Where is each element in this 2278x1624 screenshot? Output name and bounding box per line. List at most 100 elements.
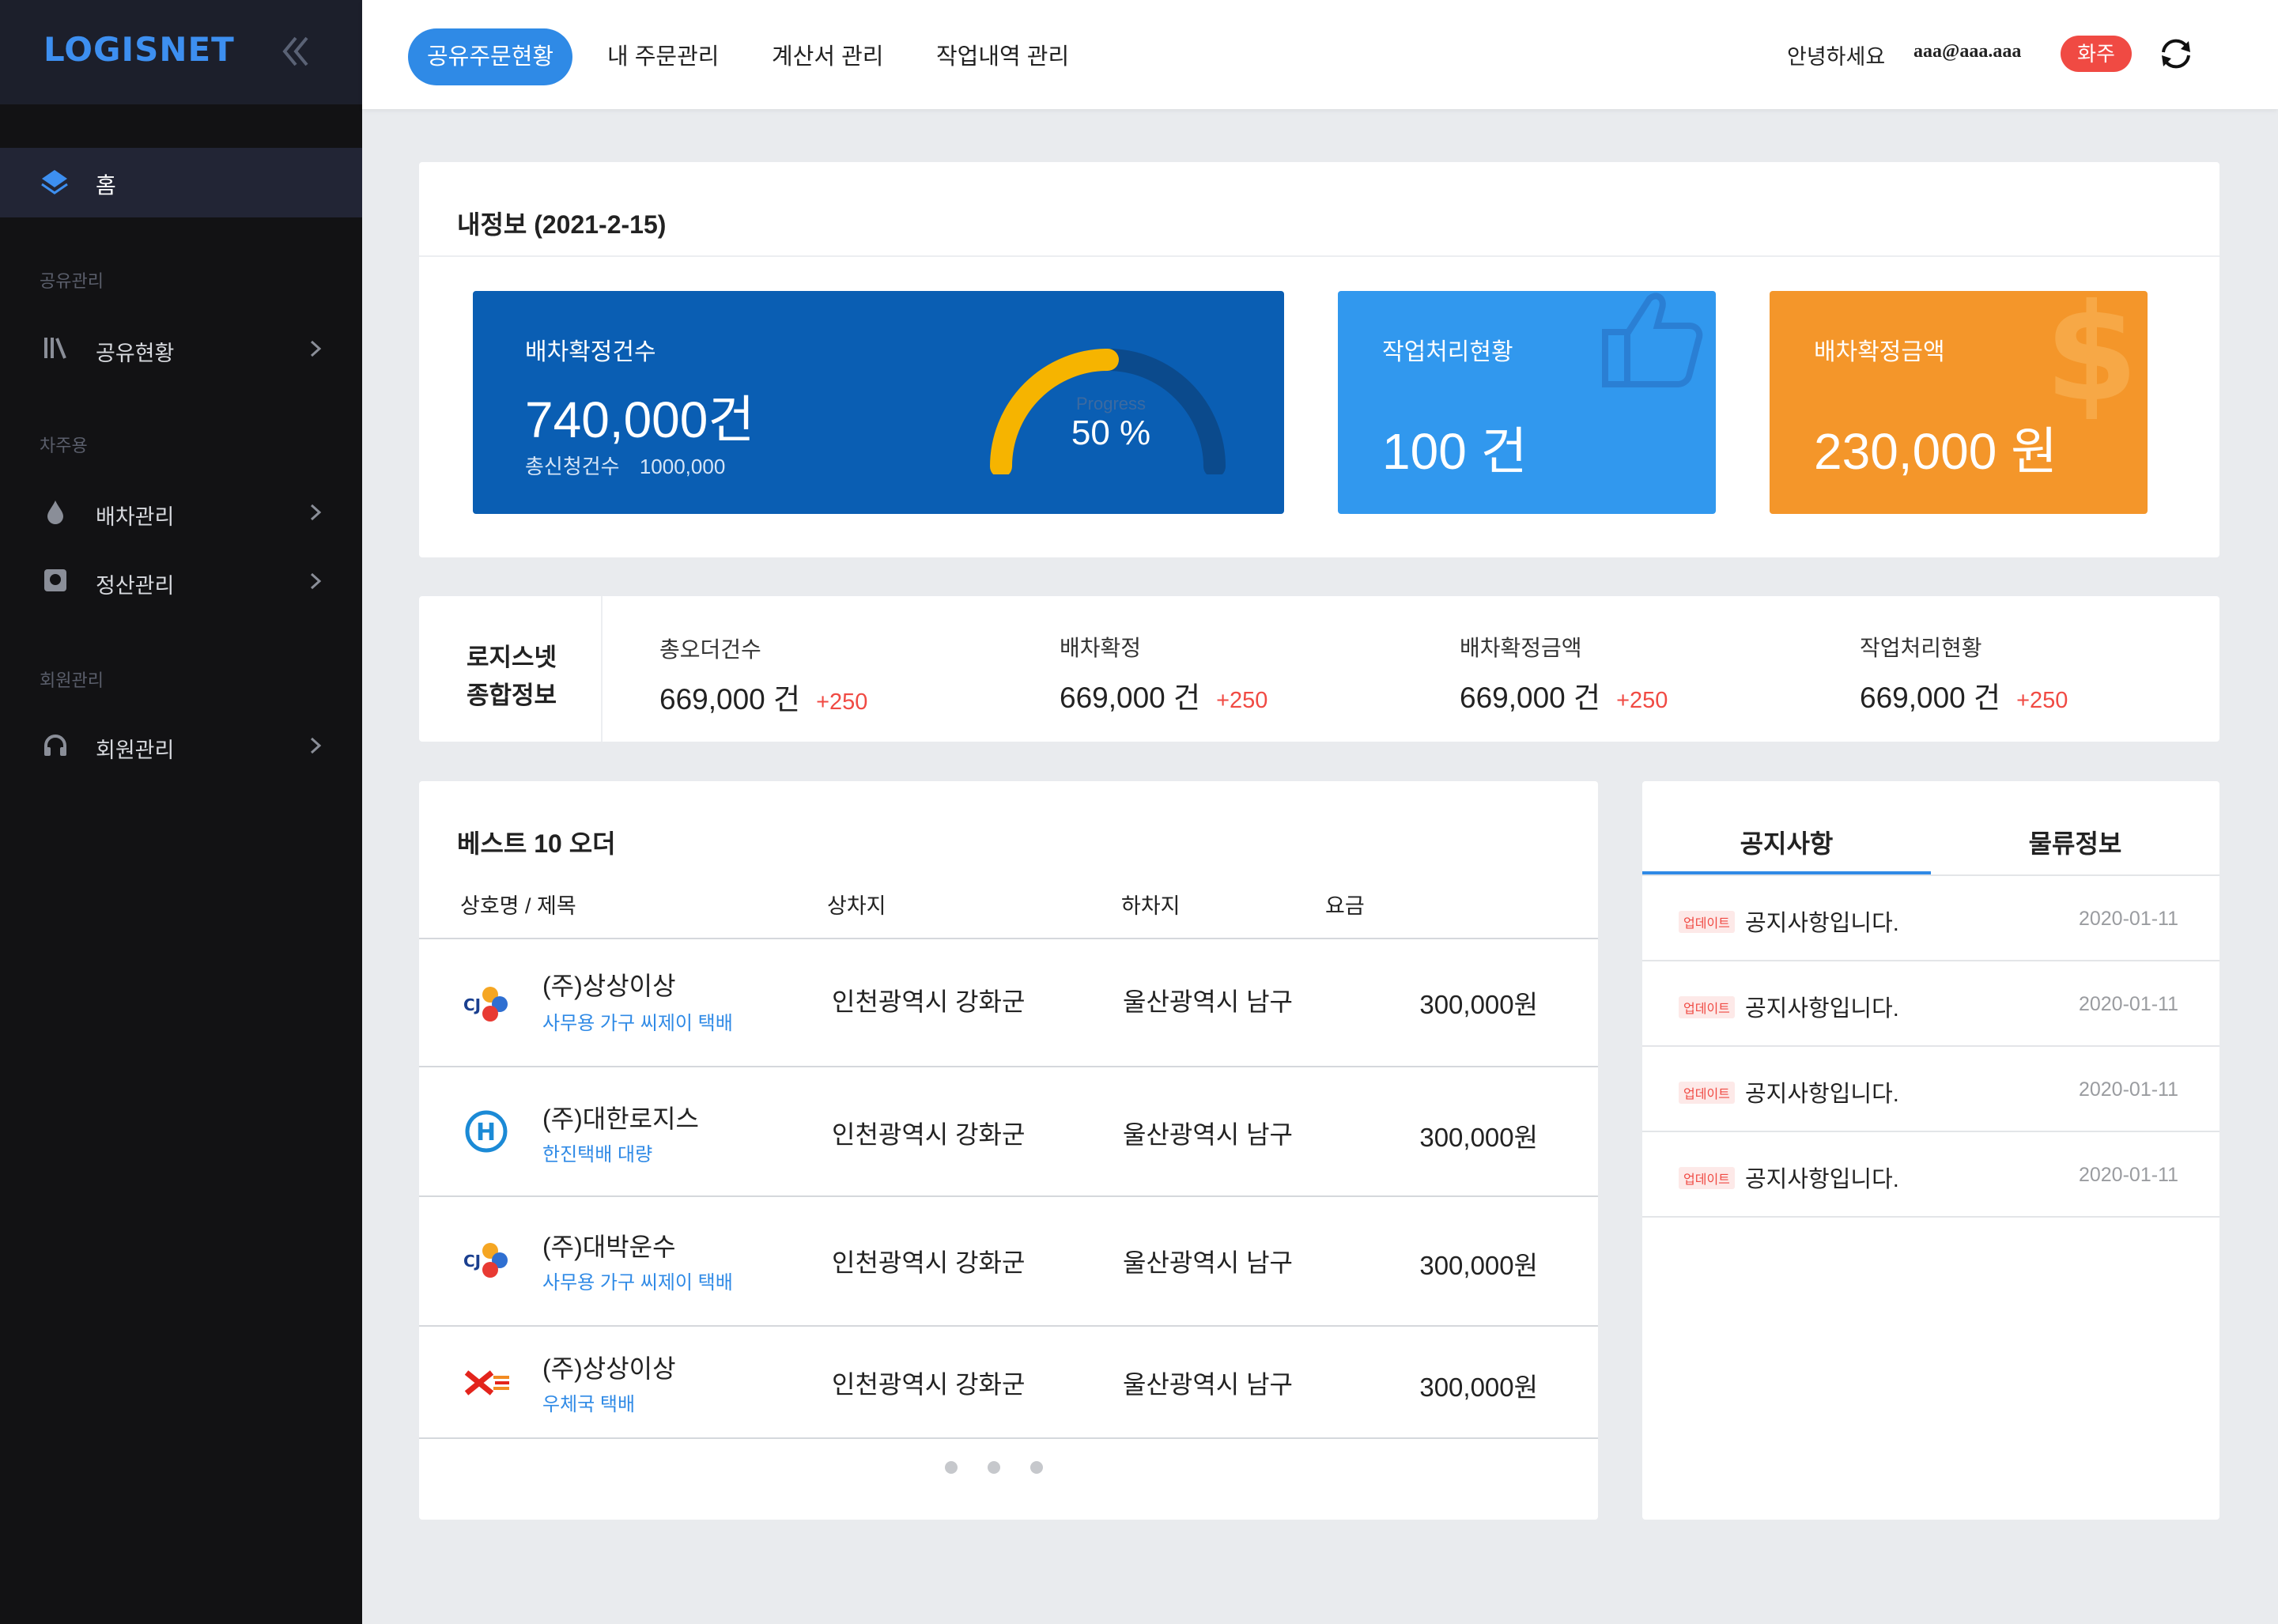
- order-fee: 300,000원: [1419, 1123, 1538, 1152]
- pagination-dot[interactable]: [945, 1461, 958, 1474]
- sidebar-item-settlement[interactable]: 정산관리: [0, 557, 362, 605]
- cj-logo-icon: CJ: [463, 1243, 508, 1278]
- collapse-sidebar-icon[interactable]: [278, 32, 313, 71]
- progress-value: 50 %: [1071, 414, 1151, 452]
- chevron-right-icon: [310, 572, 322, 590]
- notice-text: 공지사항입니다.: [1745, 1082, 1899, 1107]
- tab-my-orders[interactable]: 내 주문관리: [607, 28, 719, 85]
- dropoff-location: 울산광역시 남구: [1123, 1370, 1293, 1399]
- sidebar: LOGISNET 홈 공유관리 공유현황 차주용 배차관리 정산관리 회원관리 …: [0, 0, 362, 1624]
- summary-value: 669,000 건 +250: [1460, 674, 1668, 716]
- headphones-icon: [44, 735, 66, 756]
- best-orders-card: 베스트 10 오더 상호명 / 제목 상차지 하차지 요금 CJ (주)상상이상…: [419, 781, 1598, 1520]
- notice-item[interactable]: 업데이트 공지사항입니다. 2020-01-11: [1642, 1047, 2219, 1132]
- summary-label: 배차확정: [1060, 636, 1142, 660]
- tab-work-history[interactable]: 작업내역 관리: [936, 28, 1069, 85]
- divider: [419, 255, 2219, 257]
- notice-item[interactable]: 업데이트 공지사항입니다. 2020-01-11: [1642, 876, 2219, 961]
- tab-logistics-info[interactable]: 물류정보: [1931, 824, 2219, 860]
- dispatch-count: 740,000건: [525, 391, 755, 448]
- notice-item[interactable]: 업데이트 공지사항입니다. 2020-01-11: [1642, 1132, 2219, 1218]
- summary-value: 669,000 건 +250: [1060, 674, 1267, 716]
- pagination-dot[interactable]: [988, 1461, 1000, 1474]
- role-badge[interactable]: 화주: [2061, 36, 2132, 72]
- drop-icon: [47, 500, 63, 524]
- order-fee: 300,000원: [1419, 1251, 1538, 1280]
- summary-title-line1: 로지스넷: [467, 644, 557, 671]
- column-header-pickup: 상차지: [827, 894, 886, 918]
- summary-heading: 로지스넷 종합정보: [419, 596, 603, 742]
- layers-icon: [41, 170, 68, 195]
- summary-total-orders: 총오더건수 669,000 건 +250: [659, 633, 867, 718]
- summary-count: 669,000 건: [1860, 682, 2001, 714]
- column-header-company: 상호명 / 제목: [460, 894, 576, 918]
- company-name: (주)대박운수: [542, 1233, 676, 1261]
- tab-shared-orders[interactable]: 공유주문현황: [408, 28, 573, 85]
- summary-count: 669,000 건: [1060, 682, 1201, 714]
- table-row[interactable]: CJ (주)상상이상 사무용 가구 씨제이 택배 인천광역시 강화군 울산광역시…: [419, 939, 1598, 1067]
- notice-card: 공지사항 물류정보 업데이트 공지사항입니다. 2020-01-11 업데이트 …: [1642, 781, 2219, 1520]
- table-row[interactable]: (주)상상이상 우체국 택배 인천광역시 강화군 울산광역시 남구 300,00…: [419, 1328, 1598, 1439]
- work-status-card[interactable]: 작업처리현황 100 건: [1338, 291, 1716, 514]
- summary-title-line2: 종합정보: [467, 682, 557, 709]
- notice-text: 공지사항입니다.: [1745, 911, 1899, 936]
- summary-count: 669,000 건: [659, 683, 801, 716]
- active-tab-indicator: [1642, 871, 1931, 874]
- confirmed-amount-card[interactable]: $ 배차확정금액 230,000 원: [1770, 291, 2148, 514]
- sidebar-item-home[interactable]: 홈: [0, 148, 362, 217]
- svg-text:H: H: [476, 1119, 496, 1146]
- my-info-title: 내정보 (2021-2-15): [457, 210, 667, 239]
- summary-work-status: 작업처리현황 669,000 건 +250: [1860, 631, 2068, 716]
- pickup-location: 인천광역시 강화군: [832, 1248, 1026, 1277]
- chevron-right-icon: [310, 504, 322, 521]
- notice-date: 2020-01-11: [2078, 908, 2178, 930]
- summary-label: 배차확정금액: [1460, 636, 1582, 660]
- logisnet-summary-card: 로지스넷 종합정보 총오더건수 669,000 건 +250 배차확정 669,0…: [419, 596, 2219, 742]
- sidebar-item-label: 공유현황: [96, 342, 175, 365]
- pagination-dot[interactable]: [1030, 1461, 1043, 1474]
- total-requests-value: 1000,000: [639, 455, 726, 478]
- summary-dispatch: 배차확정 669,000 건 +250: [1060, 631, 1267, 716]
- sidebar-header: LOGISNET: [0, 0, 362, 104]
- tab-invoices[interactable]: 계산서 관리: [772, 28, 883, 85]
- confirmed-amount-title: 배차확정금액: [1814, 339, 1945, 365]
- update-badge: 업데이트: [1679, 911, 1735, 933]
- column-header-fee: 요금: [1325, 894, 1365, 918]
- app-logo[interactable]: LOGISNET: [43, 30, 235, 69]
- svg-text:CJ: CJ: [463, 1252, 481, 1271]
- sidebar-item-share-status[interactable]: 공유현황: [0, 325, 362, 372]
- hanjin-logo-icon: H: [465, 1110, 508, 1153]
- refresh-icon[interactable]: [2157, 35, 2195, 73]
- my-info-card: 내정보 (2021-2-15) 배차확정건수 740,000건 총신청건수 10…: [419, 162, 2219, 557]
- company-name: (주)상상이상: [542, 1354, 676, 1383]
- summary-label: 총오더건수: [659, 637, 761, 662]
- company-name: (주)대한로지스: [542, 1105, 699, 1133]
- cj-logo-icon: CJ: [463, 987, 508, 1022]
- table-row[interactable]: CJ (주)대박운수 사무용 가구 씨제이 택배 인천광역시 강화군 울산광역시…: [419, 1199, 1598, 1327]
- summary-delta: +250: [2016, 688, 2068, 713]
- notice-date: 2020-01-11: [2078, 1078, 2178, 1101]
- sidebar-item-label: 배차관리: [96, 505, 175, 529]
- tab-notice[interactable]: 공지사항: [1642, 824, 1931, 860]
- sidebar-item-label: 회원관리: [96, 738, 175, 762]
- update-badge: 업데이트: [1679, 996, 1735, 1018]
- sidebar-item-dispatch[interactable]: 배차관리: [0, 489, 362, 536]
- sidebar-item-members[interactable]: 회원관리: [0, 722, 362, 769]
- notice-item[interactable]: 업데이트 공지사항입니다. 2020-01-11: [1642, 961, 2219, 1047]
- order-description: 우체국 택배: [542, 1394, 636, 1415]
- dispatch-confirmed-card[interactable]: 배차확정건수 740,000건 총신청건수 1000,000 Progress …: [473, 291, 1284, 514]
- notice-text: 공지사항입니다.: [1745, 996, 1899, 1022]
- post-logo-icon: [463, 1370, 509, 1396]
- user-email: aaa@aaa.aaa: [1913, 41, 2022, 62]
- pickup-location: 인천광역시 강화군: [832, 988, 1026, 1016]
- table-row[interactable]: H (주)대한로지스 한진택배 대량 인천광역시 강화군 울산광역시 남구 30…: [419, 1069, 1598, 1197]
- top-navigation-bar: 공유주문현황 내 주문관리 계산서 관리 작업내역 관리 안녕하세요 aaa@a…: [362, 0, 2278, 109]
- sidebar-item-label: 정산관리: [96, 574, 175, 598]
- summary-label: 작업처리현황: [1860, 636, 1982, 660]
- summary-dispatch-amount: 배차확정금액 669,000 건 +250: [1460, 631, 1668, 716]
- work-status-count: 100 건: [1382, 423, 1528, 480]
- order-description: 한진택배 대량: [542, 1144, 653, 1165]
- notice-date: 2020-01-11: [2078, 1164, 2178, 1186]
- thumbs-up-icon: [1602, 293, 1703, 387]
- notice-text: 공지사항입니다.: [1745, 1167, 1899, 1192]
